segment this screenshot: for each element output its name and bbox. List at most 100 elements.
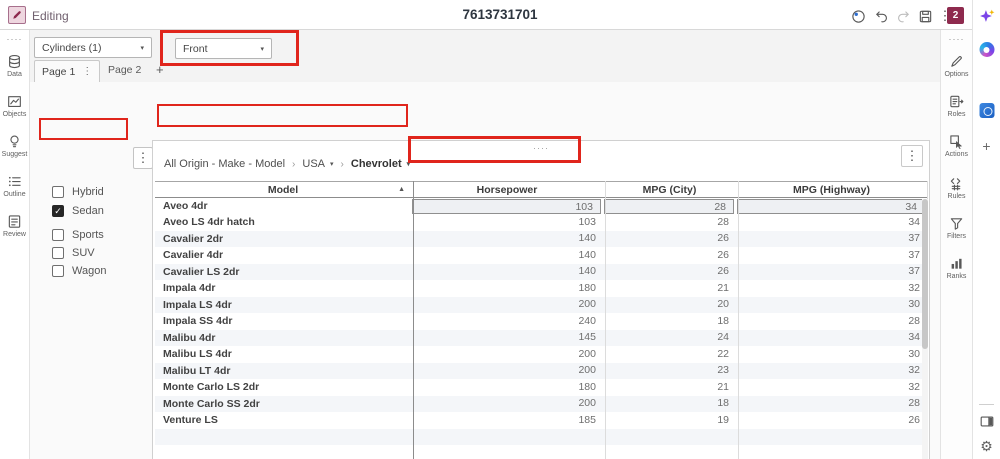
- horsepower-cell[interactable]: 140: [411, 231, 603, 248]
- undo-icon[interactable]: [872, 7, 890, 25]
- mpg-city-cell[interactable]: 21: [603, 379, 736, 396]
- mpg-highway-cell[interactable]: 30: [736, 346, 927, 363]
- table-scrollbar-thumb[interactable]: [922, 199, 928, 349]
- horsepower-cell[interactable]: 200: [411, 363, 603, 380]
- category-checkbox-row[interactable]: ✓ Sedan: [52, 205, 104, 217]
- horsepower-cell[interactable]: 145: [411, 330, 603, 347]
- checkbox[interactable]: ✓: [52, 205, 64, 217]
- mpg-highway-cell[interactable]: 34: [736, 330, 927, 347]
- edit-mode-icon[interactable]: [8, 6, 26, 24]
- redo-icon[interactable]: [894, 7, 912, 25]
- breadcrumb-make[interactable]: Chevrolet ▾: [351, 158, 410, 170]
- drivetrain-filter-dropdown[interactable]: Front ▾: [175, 38, 272, 59]
- horsepower-cell[interactable]: 200: [411, 396, 603, 413]
- mpg-highway-cell[interactable]: 30: [736, 297, 927, 314]
- category-checkbox-row[interactable]: Wagon: [52, 265, 106, 277]
- ai-sparkle-icon[interactable]: [978, 8, 995, 30]
- mpg-city-cell[interactable]: 26: [603, 247, 736, 264]
- mpg-city-cell[interactable]: 19: [603, 412, 736, 429]
- horsepower-cell[interactable]: 185: [411, 412, 603, 429]
- sidebar-item-objects[interactable]: Objects: [0, 94, 29, 118]
- horsepower-cell[interactable]: 140: [411, 247, 603, 264]
- table-row[interactable]: Cavalier LS 2dr 140 26 37: [155, 263, 927, 281]
- checkbox[interactable]: [52, 247, 64, 259]
- model-cell[interactable]: Impala 4dr: [155, 280, 411, 297]
- mpg-highway-cell[interactable]: 32: [736, 363, 927, 380]
- mpg-highway-cell[interactable]: 26: [736, 412, 927, 429]
- assistant-swirl-icon[interactable]: [979, 42, 994, 57]
- list-object-menu-icon[interactable]: ⋮: [133, 147, 153, 169]
- checkbox[interactable]: [52, 265, 64, 277]
- table-row[interactable]: Cavalier 4dr 140 26 37: [155, 247, 927, 264]
- column-header-model[interactable]: Model ▲: [155, 181, 411, 198]
- cylinders-filter-dropdown[interactable]: Cylinders (1) ▾: [34, 37, 152, 58]
- checkbox[interactable]: [52, 229, 64, 241]
- table-row[interactable]: Malibu LT 4dr 200 23 32: [155, 362, 927, 380]
- category-checkbox-row[interactable]: Sports: [52, 229, 104, 241]
- horsepower-cell[interactable]: 103: [411, 214, 603, 231]
- panel-toggle-icon[interactable]: [979, 414, 994, 434]
- horsepower-cell[interactable]: 140: [411, 264, 603, 281]
- globe-icon[interactable]: [849, 7, 867, 25]
- model-cell[interactable]: Monte Carlo LS 2dr: [155, 379, 411, 396]
- column-header-mpg-city[interactable]: MPG (City): [603, 181, 736, 198]
- horsepower-cell[interactable]: 200: [411, 346, 603, 363]
- mpg-city-cell[interactable]: 18: [603, 313, 736, 330]
- breadcrumb-country[interactable]: USA ▾: [302, 158, 333, 170]
- horsepower-cell[interactable]: 200: [411, 297, 603, 314]
- table-row[interactable]: Malibu 4dr 145 24 34: [155, 329, 927, 347]
- mpg-city-cell[interactable]: 26: [603, 231, 736, 248]
- model-cell[interactable]: Malibu LS 4dr: [155, 346, 411, 363]
- table-row[interactable]: Monte Carlo SS 2dr 200 18 28: [155, 395, 927, 413]
- notification-badge[interactable]: 2: [947, 7, 964, 24]
- model-cell[interactable]: Venture LS: [155, 412, 411, 429]
- mpg-highway-cell[interactable]: 37: [736, 264, 927, 281]
- horsepower-cell[interactable]: 240: [411, 313, 603, 330]
- table-row[interactable]: Monte Carlo LS 2dr 180 21 32: [155, 379, 927, 396]
- model-cell[interactable]: Aveo 4dr: [155, 198, 411, 215]
- category-checkbox-row[interactable]: Hybrid: [52, 186, 104, 198]
- tab-page-1[interactable]: Page 1 ⋮: [34, 60, 101, 82]
- mpg-highway-cell[interactable]: 28: [736, 313, 927, 330]
- panel-item-roles[interactable]: Roles: [941, 94, 972, 118]
- horsepower-cell[interactable]: 103: [411, 198, 603, 215]
- panel-drag-handle[interactable]: ····: [533, 143, 549, 153]
- mpg-highway-cell[interactable]: 34: [736, 198, 927, 215]
- model-cell[interactable]: Aveo LS 4dr hatch: [155, 214, 411, 231]
- mpg-city-cell[interactable]: 22: [603, 346, 736, 363]
- sidebar-item-data[interactable]: Data: [0, 54, 29, 78]
- model-cell[interactable]: Cavalier 4dr: [155, 247, 411, 264]
- model-cell[interactable]: Cavalier LS 2dr: [155, 264, 411, 281]
- sidebar-item-suggest[interactable]: Suggest: [0, 134, 29, 158]
- category-checkbox-row[interactable]: SUV: [52, 247, 95, 259]
- panel-item-actions[interactable]: Actions: [941, 134, 972, 158]
- panel-item-rules[interactable]: Rules: [941, 176, 972, 200]
- mpg-highway-cell[interactable]: 28: [736, 396, 927, 413]
- settings-gear-icon[interactable]: ⚙: [980, 438, 993, 455]
- mpg-city-cell[interactable]: 28: [603, 198, 736, 215]
- mpg-highway-cell[interactable]: 32: [736, 379, 927, 396]
- table-row[interactable]: Impala 4dr 180 21 32: [155, 280, 927, 297]
- mpg-city-cell[interactable]: 20: [603, 297, 736, 314]
- table-row[interactable]: Impala LS 4dr 200 20 30: [155, 296, 927, 314]
- table-row[interactable]: Aveo 4dr 103 28 34: [155, 197, 927, 215]
- rail-handle-icon[interactable]: ····: [941, 34, 972, 44]
- panel-item-ranks[interactable]: Ranks: [941, 256, 972, 280]
- sidebar-item-outline[interactable]: Outline: [0, 174, 29, 198]
- panel-item-filters[interactable]: Filters: [941, 216, 972, 240]
- tab-menu-icon[interactable]: ⋮: [82, 66, 92, 77]
- add-page-button[interactable]: +: [156, 62, 164, 77]
- mpg-city-cell[interactable]: 18: [603, 396, 736, 413]
- mpg-highway-cell[interactable]: 34: [736, 214, 927, 231]
- mpg-highway-cell[interactable]: 37: [736, 247, 927, 264]
- mpg-city-cell[interactable]: 26: [603, 264, 736, 281]
- column-header-mpg-highway[interactable]: MPG (Highway): [736, 181, 927, 198]
- mpg-highway-cell[interactable]: 32: [736, 280, 927, 297]
- column-header-horsepower[interactable]: Horsepower: [411, 181, 603, 198]
- horsepower-cell[interactable]: 180: [411, 379, 603, 396]
- table-object-menu-icon[interactable]: ⋮: [901, 145, 923, 167]
- model-cell[interactable]: Cavalier 2dr: [155, 231, 411, 248]
- model-cell[interactable]: Malibu 4dr: [155, 330, 411, 347]
- model-cell[interactable]: Monte Carlo SS 2dr: [155, 396, 411, 413]
- panel-item-options[interactable]: Options: [941, 54, 972, 78]
